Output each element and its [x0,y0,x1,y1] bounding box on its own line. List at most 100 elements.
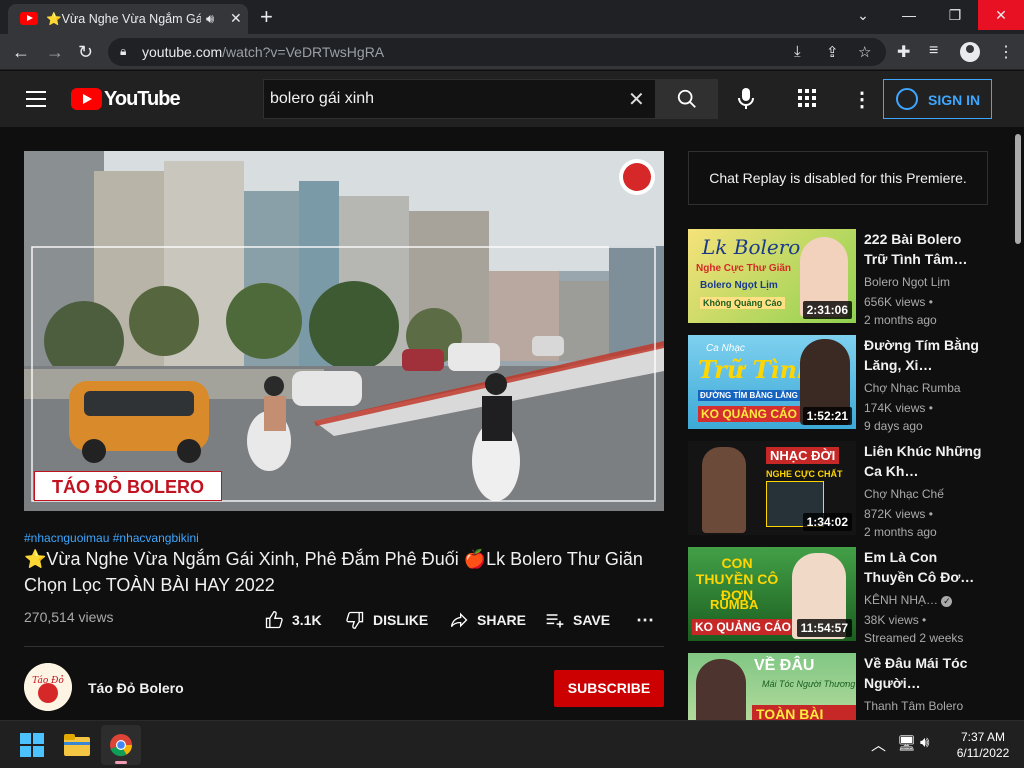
dislike-button[interactable]: DISLIKE [345,610,428,630]
thumbnail-subtext: TOÀN BÀI HAY [752,705,856,720]
recommended-views: 38K views • [864,613,927,627]
tab-search-icon[interactable]: ⌄ [840,0,886,30]
back-icon[interactable]: ← [12,42,30,63]
bookmark-star-icon[interactable]: ☆ [858,43,871,61]
search-box[interactable]: ✕ [263,79,656,119]
scrollbar-thumb[interactable] [1015,134,1021,244]
recommended-video[interactable]: Ca Nhạc Trữ Tình ĐƯỜNG TÍM BẰNG LĂNG KO … [688,335,988,433]
reload-icon[interactable]: ↻ [78,42,93,63]
recommended-channel[interactable]: Bolero Ngọt Lịm [864,275,950,289]
page-scrollbar[interactable] [1012,128,1024,720]
youtube-favicon-icon [20,12,38,25]
thumbnail-person [696,659,746,720]
thumbnail-subtext: KO QUẢNG CÁO [698,406,800,422]
chrome-icon [110,734,132,757]
lock-icon[interactable]: 🔒︎ [120,44,126,59]
chrome-taskbar-button[interactable] [101,725,141,765]
recommended-title[interactable]: 222 Bài Bolero Trữ Tình Tâm… [864,229,982,269]
video-duration: 1:34:02 [802,513,852,531]
close-window-button[interactable]: ✕ [978,0,1024,30]
video-thumbnail[interactable]: VỀ ĐÂU Mái Tóc Người Thương TOÀN BÀI HAY [688,653,856,720]
recommended-channel[interactable]: Chợ Nhạc Chế [864,487,944,501]
video-thumbnail[interactable]: CON THUYỀN CÔ ĐƠN RUMBA KO QUẢNG CÁO 11:… [688,547,856,641]
forward-icon[interactable]: → [46,42,64,63]
hamburger-menu-icon[interactable] [26,91,46,107]
recommended-views: 872K views • [864,507,933,521]
youtube-wordmark: YouTube [104,88,181,110]
video-watermark: TÁO ĐỎ BOLERO [34,471,222,501]
system-clock[interactable]: 7:37 AM 6/11/2022 [948,729,1018,761]
dislike-label: DISLIKE [373,612,429,628]
channel-name[interactable]: Táo Đỏ Bolero [88,680,184,696]
video-duration: 2:31:06 [802,301,852,319]
tab-close-icon[interactable]: ✕ [230,10,242,27]
extensions-icon[interactable]: ✚ [897,42,910,62]
more-actions-icon[interactable]: ⋯ [636,610,654,630]
recommended-title[interactable]: Em Là Con Thuyền Cô Đơ… [864,547,982,587]
thumbnail-text: Trữ Tình [698,355,815,384]
recommended-title[interactable]: Về Đâu Mái Tóc Người… [864,653,982,693]
recommended-video[interactable]: Lk Bolero Nghe Cực Thư Giãn Bolero Ngọt … [688,229,988,327]
restore-button[interactable]: ❐ [932,0,978,30]
sign-in-button[interactable]: SIGN IN [883,79,992,119]
video-thumbnail[interactable]: Lk Bolero Nghe Cực Thư Giãn Bolero Ngọt … [688,229,856,323]
browser-tab[interactable]: ⭐Vừa Nghe Vừa Ngắm Gái Xinh 🔊︎ ✕ [8,4,248,34]
recommended-channel[interactable]: Chợ Nhạc Rumba [864,381,961,395]
tab-title: ⭐Vừa Nghe Vừa Ngắm Gái Xinh [46,12,201,26]
microphone-icon[interactable] [736,87,756,111]
like-button[interactable]: 3.1K [264,610,322,630]
thumbnail-person [702,447,746,533]
recommended-channel[interactable]: KÊNH NHẠ… ✓ [864,593,953,607]
apps-grid-icon[interactable] [798,89,816,107]
recommended-video[interactable]: VỀ ĐÂU Mái Tóc Người Thương TOÀN BÀI HAY… [688,653,988,720]
new-tab-button[interactable]: + [260,4,273,30]
search-input[interactable] [270,88,610,110]
recommended-title[interactable]: Liên Khúc Những Ca Kh… [864,441,982,481]
browser-toolbar: ← → ↻ 🔒︎ youtube.com/watch?v=VeDRTwsHgRA… [0,34,1024,70]
channel-avatar[interactable]: Táo Đỏ [24,663,72,711]
install-icon[interactable]: ⤓ [794,43,801,60]
media-control-icon[interactable]: ≡ [929,42,938,60]
video-hashtags[interactable]: #nhacnguoimau #nhacvangbikini [24,531,199,545]
recommended-video[interactable]: NHẠC ĐỜI NGHE CỰC CHẤT 1:34:02 Liên Khúc… [688,441,988,539]
video-thumbnail[interactable]: NHẠC ĐỜI NGHE CỰC CHẤT 1:34:02 [688,441,856,535]
file-explorer-icon[interactable] [64,734,90,756]
youtube-play-logo-icon [71,88,102,110]
address-bar[interactable]: 🔒︎ youtube.com/watch?v=VeDRTwsHgRA ⤓ ⇪ ☆ [108,38,886,66]
search-button[interactable] [655,79,718,119]
volume-icon[interactable]: 🔊︎ [920,734,929,751]
settings-more-icon[interactable]: ⋮ [852,87,872,112]
thumbnail-text: Lk Bolero [702,235,801,259]
subscribe-button[interactable]: SUBSCRIBE [554,670,664,707]
share-icon[interactable]: ⇪ [826,43,839,61]
network-icon[interactable]: 🖥︎ [897,734,916,752]
recommended-meta: 872K views • 2 months ago [864,505,937,541]
save-button[interactable]: SAVE [545,610,610,630]
view-count: 270,514 views [24,609,114,625]
profile-avatar-icon[interactable] [960,42,980,62]
recommended-meta: 174K views • 9 days ago [864,399,933,435]
windows-start-icon[interactable] [20,733,44,757]
sign-in-label: SIGN IN [928,92,981,108]
recommended-age: Streamed 2 weeks [864,631,964,645]
browser-tab-strip: ⭐Vừa Nghe Vừa Ngắm Gái Xinh 🔊︎ ✕ + ⌄ — ❐… [0,0,1024,34]
clear-search-icon[interactable]: ✕ [628,87,645,112]
url-text: youtube.com/watch?v=VeDRTwsHgRA [142,44,384,60]
thumbnail-text: CON THUYỀN CÔ ĐƠN [695,555,779,603]
video-duration: 1:52:21 [802,407,852,425]
show-hidden-icons[interactable]: ︿ [871,734,886,755]
recommended-title[interactable]: Đường Tím Bằng Lăng, Xi… [864,335,982,375]
tab-audio-icon[interactable]: 🔊︎ [206,11,214,27]
thumbnail-subtext: Nghe Cực Thư Giãn [696,263,792,274]
video-player[interactable]: TÁO ĐỎ BOLERO [24,151,664,511]
url-host: youtube.com [142,44,223,60]
share-button[interactable]: SHARE [449,610,526,630]
video-thumbnail[interactable]: Ca Nhạc Trữ Tình ĐƯỜNG TÍM BẰNG LĂNG KO … [688,335,856,429]
recommended-channel[interactable]: Thanh Tâm Bolero [864,699,963,713]
recommended-video[interactable]: CON THUYỀN CÔ ĐƠN RUMBA KO QUẢNG CÁO 11:… [688,547,988,645]
minimize-button[interactable]: — [886,0,932,30]
thumbnail-text: NHẠC ĐỜI [766,447,840,464]
video-title: ⭐Vừa Nghe Vừa Ngắm Gái Xinh, Phê Đắm Phê… [24,549,643,595]
divider [24,646,664,647]
chrome-menu-icon[interactable]: ⋮ [998,42,1014,62]
